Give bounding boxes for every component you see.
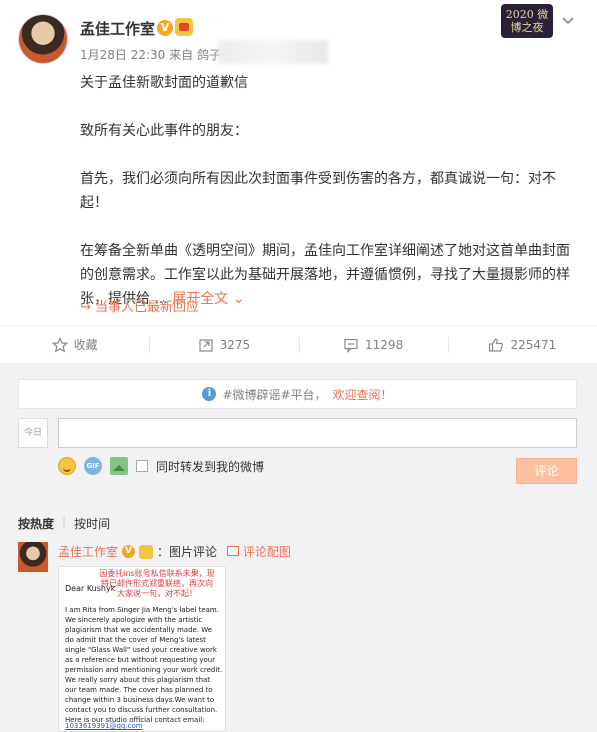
member-crown-icon — [139, 544, 154, 559]
comment-button[interactable]: 11298 — [298, 326, 448, 363]
post-source-prefix: 来自 — [169, 48, 194, 62]
repost-button[interactable]: 3275 — [149, 326, 298, 363]
comment-sort-tabs: 按热度 | 按时间 — [18, 515, 110, 532]
author-name[interactable]: 孟佳工作室 — [80, 18, 155, 39]
comment-image-link[interactable]: 评论配图 — [227, 543, 291, 560]
gif-icon[interactable]: GIF — [84, 457, 102, 475]
redacted-source — [218, 40, 328, 64]
rumor-notice-banner[interactable]: i #微博辟谣#平台， 欢迎查阅！ — [18, 379, 577, 409]
composer-tools: GIF 同时转发到我的微博 — [58, 457, 264, 475]
reply-arrow-icon: ↪ — [80, 300, 96, 315]
author-avatar[interactable] — [18, 14, 68, 64]
repost-checkbox[interactable] — [136, 460, 148, 472]
post-content: 关于孟佳新歌封面的道歉信 致所有关心此事件的朋友： 首先，我们必须向所有因此次封… — [80, 71, 580, 311]
weibo-post: 孟佳工作室 V 1月28日 22:30 来自 鸽子 2020 微博之夜 关于孟佳… — [0, 0, 597, 325]
thumbs-up-icon — [489, 337, 504, 352]
my-avatar: 今日 — [18, 418, 48, 448]
comment-icon — [344, 338, 358, 353]
post-action-bar: 收藏 3275 11298 225471 — [0, 325, 597, 363]
image-icon[interactable] — [110, 457, 128, 475]
attachment-email: 1033619391@qq.com — [65, 722, 143, 730]
verified-badge-icon: V — [122, 545, 136, 558]
attachment-greeting: Dear Kushyk — [65, 584, 116, 593]
comment-header: 孟佳工作室 V ：图片评论 评论配图 — [58, 543, 291, 560]
repost-count: 3275 — [219, 337, 251, 352]
member-crown-icon — [175, 18, 193, 36]
favorite-button[interactable]: 收藏 — [0, 326, 149, 363]
post-paragraph-1: 首先，我们必须向所有因此次封面事件受到伤害的各方，都真诚说一句：对不起！ — [80, 171, 556, 211]
comment-image-label: 评论配图 — [242, 545, 291, 559]
comment-text: ：图片评论 — [157, 545, 218, 559]
submit-comment-button[interactable]: 评论 — [516, 458, 577, 484]
verified-badge-icon: V — [157, 20, 173, 36]
chevron-down-icon[interactable] — [561, 14, 575, 28]
comment-count: 11298 — [365, 337, 404, 352]
notice-text: #微博辟谣#平台， — [222, 387, 327, 402]
sort-divider: | — [62, 515, 67, 529]
repost-checkbox-label: 同时转发到我的微博 — [156, 459, 265, 474]
sort-by-hot[interactable]: 按热度 — [18, 515, 54, 532]
post-meta: 1月28日 22:30 来自 鸽子 — [80, 46, 221, 63]
comment-section: i #微博辟谣#平台， 欢迎查阅！ 今日 GIF 同时转发到我的微博 评论 按热度… — [0, 363, 597, 732]
info-icon: i — [202, 387, 217, 401]
attachment-body: I am Rita from Singer Jia Meng's label t… — [65, 606, 223, 724]
sort-by-time[interactable]: 按时间 — [74, 515, 110, 532]
picture-icon — [227, 546, 240, 556]
notice-welcome: 欢迎查阅！ — [332, 387, 393, 402]
like-button[interactable]: 225471 — [447, 326, 597, 363]
latest-response-link[interactable]: ↪ 当事人已最新回应 — [80, 296, 199, 315]
comment-attachment-image[interactable]: 因委托ins账号私信联系未果，现特已邮件形式郑重联络，再次向大家说一句，对不起！… — [58, 566, 226, 732]
post-salutation: 致所有关心此事件的朋友： — [80, 123, 248, 139]
emoji-icon[interactable] — [58, 457, 76, 475]
like-count: 225471 — [510, 337, 557, 352]
weibo-night-badge[interactable]: 2020 微博之夜 — [501, 4, 553, 38]
comment-input[interactable] — [58, 418, 577, 448]
post-time[interactable]: 1月28日 22:30 — [80, 48, 165, 62]
commenter-name[interactable]: 孟佳工作室 — [58, 543, 118, 560]
attachment-red-note: 因委托ins账号私信联系未果，现特已邮件形式郑重联络，再次向大家说一句，对不起！ — [99, 569, 215, 598]
repost-icon — [198, 338, 213, 352]
post-title-line: 关于孟佳新歌封面的道歉信 — [80, 75, 248, 91]
commenter-avatar[interactable] — [18, 542, 48, 572]
favorite-label: 收藏 — [73, 338, 98, 352]
latest-response-label: 当事人已最新回应 — [95, 300, 200, 315]
star-icon — [51, 336, 68, 353]
